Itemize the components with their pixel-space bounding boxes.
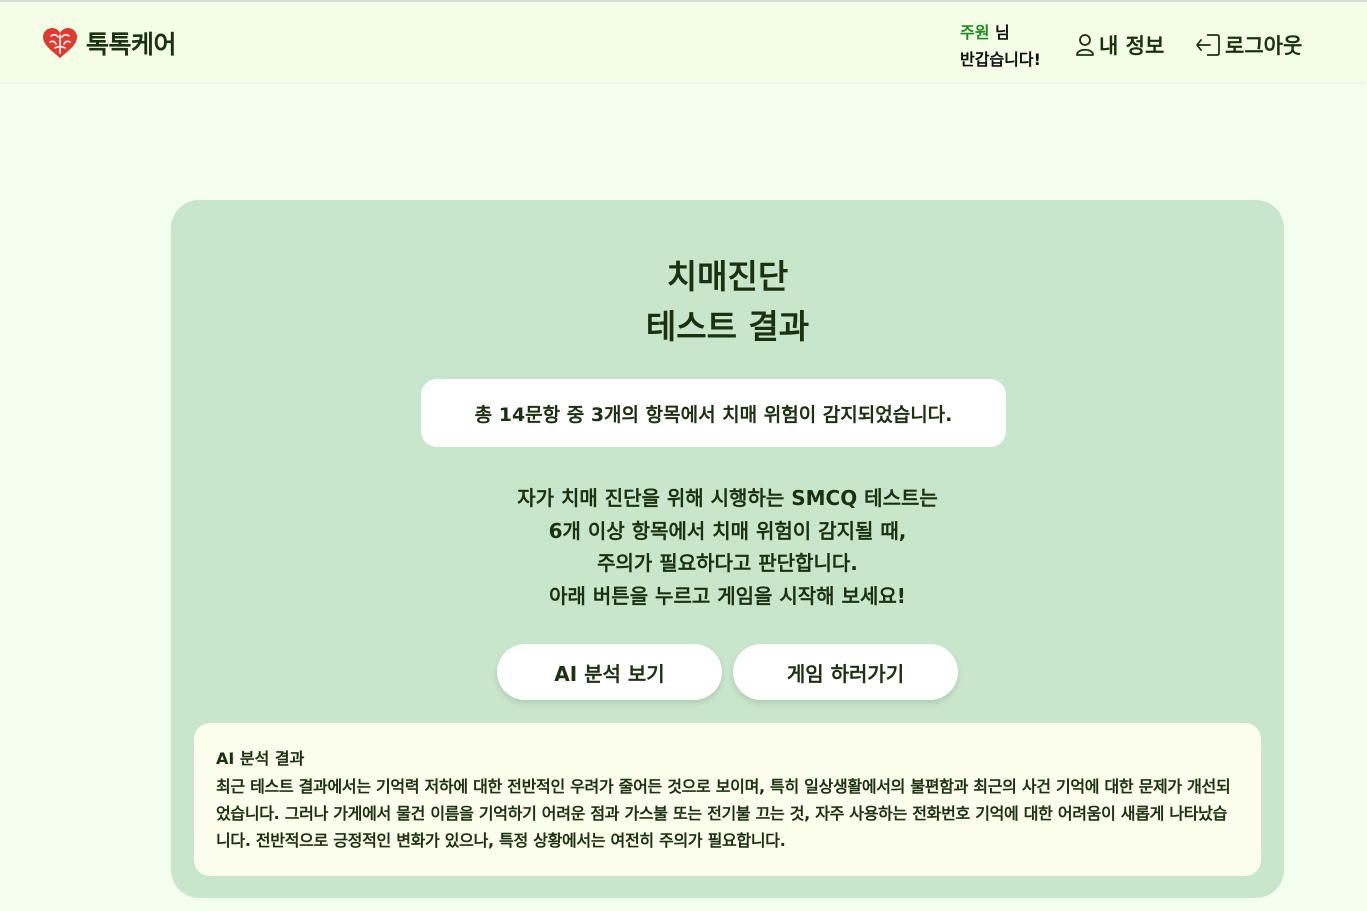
analysis-body: 최근 테스트 결과에서는 기억력 저하에 대한 전반적인 우려가 줄어든 것으로… xyxy=(216,777,1231,850)
title-line2: 테스트 결과 xyxy=(645,307,810,346)
logo-text: 톡톡케어 xyxy=(86,30,177,59)
desc-line: 6개 이상 항목에서 치매 위험이 감지될 때, xyxy=(548,518,907,543)
result-title: 치매진단 테스트 결과 xyxy=(171,252,1284,352)
desc-line: 주의가 필요하다고 판단합니다. xyxy=(597,551,858,575)
desc-line: 아래 버튼을 누르고 게임을 시작해 보세요! xyxy=(549,583,906,608)
greeting-line2: 반갑습니다! xyxy=(960,50,1041,69)
brain-heart-icon xyxy=(42,27,78,59)
username: 주원 xyxy=(960,23,990,42)
analysis-title: AI 분석 결과 xyxy=(216,749,305,768)
play-game-button[interactable]: 게임 하러가기 xyxy=(733,644,958,700)
result-description: 자가 치매 진단을 위해 시행하는 SMCQ 테스트는 6개 이상 항목에서 치… xyxy=(171,482,1284,612)
result-summary-text: 총 14문항 중 3개의 항목에서 치매 위험이 감지되었습니다. xyxy=(474,403,953,426)
greeting-suffix: 님 xyxy=(989,23,1010,42)
user-icon xyxy=(1075,33,1095,57)
user-greeting: 주원 님 반갑습니다! xyxy=(960,19,1060,73)
result-summary-box: 총 14문항 중 3개의 항목에서 치매 위험이 감지되었습니다. xyxy=(421,379,1006,447)
logout-label: 로그아웃 xyxy=(1225,34,1303,58)
ai-analysis-button[interactable]: AI 분석 보기 xyxy=(497,644,722,700)
my-info-button[interactable]: 내 정보 xyxy=(1075,30,1164,60)
logo-link[interactable]: 톡톡케어 xyxy=(42,26,177,60)
header: 톡톡케어 주원 님 반갑습니다! 내 정보 로그아웃 xyxy=(0,2,1367,82)
my-info-label: 내 정보 xyxy=(1099,34,1165,58)
title-line1: 치매진단 xyxy=(666,257,789,296)
logout-icon xyxy=(1195,32,1221,58)
result-card: 치매진단 테스트 결과 총 14문항 중 3개의 항목에서 치매 위험이 감지되… xyxy=(171,200,1284,898)
logout-button[interactable]: 로그아웃 xyxy=(1195,30,1302,60)
desc-line: 자가 치매 진단을 위해 시행하는 SMCQ 테스트는 xyxy=(517,486,938,510)
ai-analysis-panel: AI 분석 결과 최근 테스트 결과에서는 기억력 저하에 대한 전반적인 우려… xyxy=(194,723,1261,876)
